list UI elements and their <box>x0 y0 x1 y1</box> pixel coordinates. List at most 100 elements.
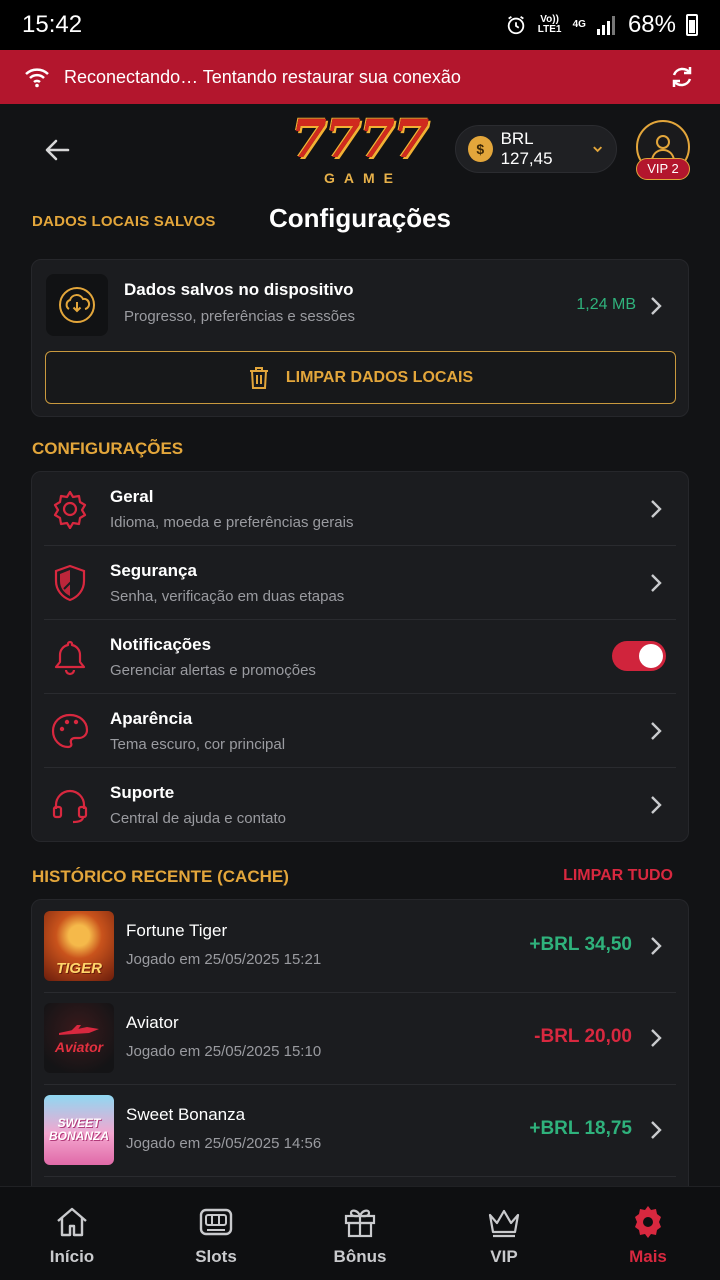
wifi-icon <box>25 68 49 88</box>
history-item-date: Jogado em 25/05/2025 15:21 <box>126 951 322 968</box>
bottom-nav: Início Slots Bônus VIP Mais <box>0 1186 720 1280</box>
battery-icon <box>686 14 698 36</box>
palette-icon <box>51 713 89 749</box>
back-arrow-icon[interactable] <box>38 130 78 170</box>
balance-pill[interactable]: $ BRL 127,45 <box>455 125 617 173</box>
settings-item-subtitle: Senha, verificação em duas etapas <box>110 588 345 605</box>
bell-icon <box>54 640 86 676</box>
settings-item-security[interactable]: Segurança Senha, verificação em duas eta… <box>32 546 688 619</box>
status-icons: Vo)) LTE1 4G 68% <box>505 11 698 39</box>
settings-item-support[interactable]: Suporte Central de ajuda e contato <box>32 768 688 841</box>
history-item-amount: +BRL 34,50 <box>529 934 632 955</box>
logo-number: 7777 <box>290 109 430 170</box>
nav-label: Mais <box>629 1247 667 1266</box>
settings-item-subtitle: Central de ajuda e contato <box>110 810 286 827</box>
chevron-right-icon <box>651 937 662 955</box>
history-card: TIGER Fortune Tiger Jogado em 25/05/2025… <box>31 899 689 1199</box>
home-icon <box>57 1207 87 1237</box>
settings-item-subtitle: Tema escuro, cor principal <box>110 736 286 753</box>
chevron-right-icon[interactable] <box>646 294 666 318</box>
history-item-title: Sweet Bonanza <box>126 1105 246 1124</box>
settings-item-general[interactable]: Geral Idioma, moeda e preferências gerai… <box>32 472 688 545</box>
vip-badge: VIP 2 <box>636 158 690 180</box>
history-item-title: Aviator <box>126 1013 179 1032</box>
reconnect-banner: Reconectando… Tentando restaurar sua con… <box>0 50 720 104</box>
nav-label: Slots <box>195 1247 237 1266</box>
status-time: 15:42 <box>22 11 83 38</box>
chevron-right-icon <box>651 796 662 814</box>
status-bar: 15:42 Vo)) LTE1 4G 68% <box>0 0 720 50</box>
local-data-subtitle: Progresso, preferências e sessões <box>124 308 355 325</box>
history-item-date: Jogado em 25/05/2025 15:10 <box>126 1043 322 1060</box>
slot-machine-icon <box>199 1208 233 1236</box>
thumbnail-label: Aviator <box>54 1038 104 1055</box>
banner-text: Reconectando… Tentando restaurar sua con… <box>64 66 461 87</box>
local-data-size: 1,24 MB <box>576 296 636 313</box>
settings-card: Geral Idioma, moeda e preferências gerai… <box>31 471 689 842</box>
settings-item-notifications[interactable]: Notificações Gerenciar alertas e promoçõ… <box>32 620 688 693</box>
settings-item-title: Aparência <box>110 709 193 728</box>
logo-subtitle: GAME <box>324 170 402 186</box>
balance-amount: BRL 127,45 <box>500 129 553 168</box>
settings-section-label: CONFIGURAÇÕES <box>32 439 184 458</box>
chevron-right-icon <box>651 1121 662 1139</box>
nav-item-home[interactable]: Início <box>0 1187 144 1280</box>
local-data-title: Dados salvos no dispositivo <box>124 280 354 299</box>
settings-item-subtitle: Idioma, moeda e preferências gerais <box>110 514 354 531</box>
game-thumbnail: SWEET BONANZA <box>44 1095 114 1165</box>
gear-icon <box>53 490 87 529</box>
chevron-right-icon <box>651 500 662 518</box>
nav-label: VIP <box>490 1247 518 1266</box>
battery-percent: 68% <box>627 11 676 38</box>
history-item-date: Jogado em 25/05/2025 14:56 <box>126 1135 322 1152</box>
app-logo[interactable]: 7777 GAME <box>286 114 432 194</box>
signal-icon <box>596 16 615 35</box>
nav-item-bonus[interactable]: Bônus <box>288 1187 432 1280</box>
nav-item-slots[interactable]: Slots <box>144 1187 288 1280</box>
thumbnail-label: SWEET BONANZA <box>49 1116 109 1143</box>
history-item-aviator[interactable]: Aviator Aviator Jogado em 25/05/2025 15:… <box>32 992 688 1084</box>
trash-icon <box>249 366 268 389</box>
settings-item-title: Segurança <box>110 561 197 580</box>
refresh-icon[interactable] <box>668 63 696 91</box>
chevron-down-icon <box>592 146 602 153</box>
settings-item-appearance[interactable]: Aparência Tema escuro, cor principal <box>32 694 688 767</box>
nav-item-vip[interactable]: VIP <box>432 1187 576 1280</box>
clear-all-button[interactable]: LIMPAR TUDO <box>563 867 673 885</box>
chevron-right-icon <box>651 574 662 592</box>
app-header: 7777 GAME $ BRL 127,45 VIP 2 <box>0 104 720 200</box>
gear-icon <box>635 1206 661 1238</box>
clear-local-data-label: LIMPAR DADOS LOCAIS <box>285 368 474 386</box>
settings-item-title: Geral <box>110 487 154 506</box>
history-section-label: HISTÓRICO RECENTE (CACHE) <box>32 867 289 886</box>
chevron-right-icon <box>651 1029 662 1047</box>
coin-icon: $ <box>468 136 493 162</box>
divider <box>44 1176 676 1177</box>
local-data-card: Dados salvos no dispositivo Progresso, p… <box>31 259 689 417</box>
settings-item-title: Suporte <box>110 783 175 802</box>
signal-type: 4G <box>572 19 586 30</box>
plane-icon <box>59 1024 99 1035</box>
nav-label: Bônus <box>333 1247 387 1266</box>
nav-item-more[interactable]: Mais <box>576 1187 720 1280</box>
history-item-amount: +BRL 18,75 <box>529 1118 632 1139</box>
history-item-fortune-tiger[interactable]: TIGER Fortune Tiger Jogado em 25/05/2025… <box>32 900 688 992</box>
alarm-icon <box>507 15 524 35</box>
gift-icon <box>344 1209 376 1238</box>
nav-label: Início <box>49 1247 95 1266</box>
settings-item-title: Notificações <box>110 635 212 654</box>
crown-icon <box>488 1209 520 1238</box>
cloud-download-icon <box>46 274 108 336</box>
thumbnail-label: TIGER <box>56 960 102 977</box>
history-item-amount: -BRL 20,00 <box>534 1026 632 1047</box>
settings-item-subtitle: Gerenciar alertas e promoções <box>110 662 316 679</box>
history-item-sweet-bonanza[interactable]: SWEET BONANZA Sweet Bonanza Jogado em 25… <box>32 1084 688 1176</box>
chevron-right-icon <box>651 722 662 740</box>
network-label: Vo)) LTE1 <box>537 14 562 35</box>
toggle-knob <box>639 644 663 668</box>
notifications-toggle[interactable] <box>612 641 666 671</box>
game-thumbnail: Aviator <box>44 1003 114 1073</box>
clear-local-data-button[interactable]: LIMPAR DADOS LOCAIS <box>45 351 676 404</box>
shield-icon <box>54 564 86 602</box>
page-title: Configurações <box>268 203 452 233</box>
